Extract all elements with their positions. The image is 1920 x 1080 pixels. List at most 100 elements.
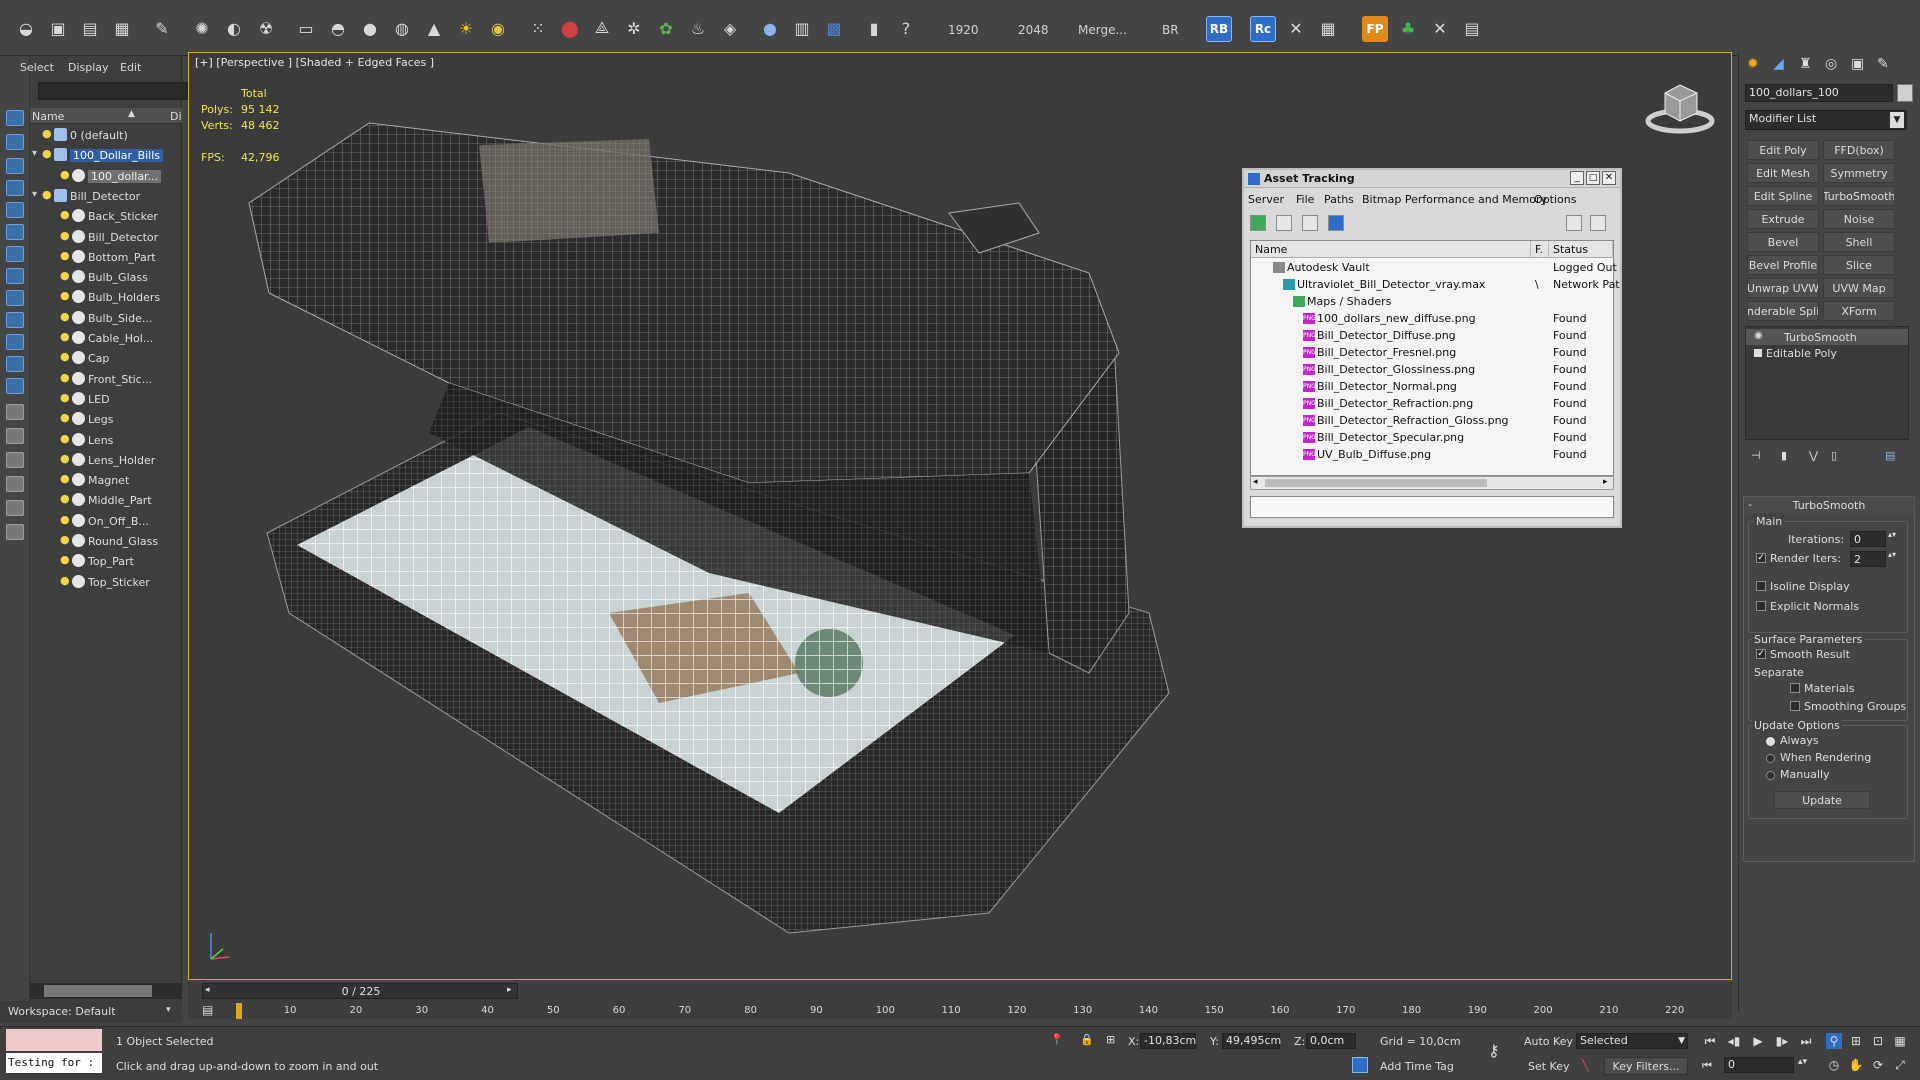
display-groups-icon[interactable] — [6, 268, 24, 284]
fp-button[interactable]: FP — [1362, 16, 1388, 42]
asset-menu-paths[interactable]: Paths — [1324, 193, 1354, 206]
asset-col-f[interactable]: F. — [1531, 241, 1549, 258]
lightbulb-icon[interactable]: ● — [42, 188, 52, 201]
globe-icon[interactable]: ● — [758, 16, 782, 40]
list-view-icon[interactable] — [1276, 215, 1292, 231]
help-icon[interactable] — [1566, 215, 1582, 231]
explorer-row[interactable]: ▾ ● 100_Dollar_Bills — [30, 146, 182, 166]
scrollbar-thumb[interactable] — [1265, 479, 1487, 487]
render-iters-checkbox[interactable]: ✓ — [1756, 553, 1766, 563]
explorer-menu-select[interactable]: Select — [20, 61, 54, 74]
mesh-tool-icon[interactable]: ⬤ — [558, 16, 582, 40]
cone-icon[interactable]: ▲ — [422, 16, 446, 40]
rc-button[interactable]: Rc — [1250, 16, 1276, 42]
explorer-row[interactable]: ● Cable_Hol... — [30, 329, 182, 349]
asset-menu-server[interactable]: Server — [1248, 193, 1284, 206]
maxscript-listener-pink[interactable] — [6, 1029, 102, 1051]
column-display-header[interactable]: Di — [170, 110, 182, 123]
lightbulb-icon[interactable]: ● — [60, 391, 70, 404]
lightbulb-icon[interactable]: ● — [42, 128, 52, 140]
key-filters-button[interactable]: Key Filters... — [1604, 1057, 1688, 1075]
zoom-icon[interactable]: ⚲ — [1826, 1033, 1842, 1049]
workspace-selector[interactable]: Workspace: Default ▾ — [0, 1001, 182, 1023]
asset-horizontal-scrollbar[interactable]: ◂ ▸ — [1250, 476, 1614, 490]
lightbulb-icon[interactable]: ● — [60, 331, 70, 343]
spinner-arrows-icon[interactable]: ▴▾ — [1888, 550, 1896, 559]
modifier-button[interactable]: Bevel — [1747, 232, 1819, 252]
display-spacewarps-icon[interactable] — [6, 246, 24, 262]
maximize-icon[interactable]: □ — [1586, 171, 1600, 185]
display-invert-icon[interactable] — [6, 452, 24, 468]
modifier-button[interactable]: Unwrap UVW — [1747, 278, 1819, 298]
display-tab-icon[interactable]: ▣ — [1851, 56, 1864, 72]
modifier-button[interactable]: Symmetry — [1823, 163, 1895, 183]
pan-icon[interactable]: ✋ — [1848, 1057, 1864, 1073]
lightbulb-icon[interactable]: ● — [60, 290, 70, 302]
explorer-row[interactable]: ● Legs — [30, 410, 182, 430]
display-geometry-icon[interactable] — [6, 134, 24, 150]
modifier-button[interactable]: TurboSmooth — [1823, 186, 1895, 206]
sphere-icon[interactable]: ● — [358, 16, 382, 40]
cross-tools-icon[interactable]: ✕ — [1428, 16, 1452, 40]
rb-button[interactable]: RB — [1206, 16, 1232, 42]
time-marker[interactable] — [236, 1003, 242, 1019]
auto-key-button[interactable]: Auto Key — [1524, 1035, 1573, 1048]
current-frame-field[interactable]: 0 — [1724, 1057, 1794, 1073]
go-to-end-icon[interactable]: ⏭ — [1798, 1033, 1814, 1049]
time-track[interactable]: 10 20 30 40 50 60 70 80 90 100 110 120 130 140 150 160 1… — [218, 1005, 1698, 1019]
modifier-button[interactable]: Edit Poly — [1747, 140, 1819, 160]
plant-icon[interactable]: ✿ — [654, 16, 678, 40]
play-icon[interactable]: ▶ — [1750, 1033, 1766, 1049]
time-slider[interactable]: ◂ 0 / 225 ▸ — [202, 983, 518, 999]
explorer-row[interactable]: ● LED — [30, 390, 182, 410]
asset-col-name[interactable]: Name — [1251, 241, 1531, 258]
expand-arrow-icon[interactable]: ▾ — [32, 148, 37, 159]
merge-button[interactable]: Merge... — [1078, 23, 1127, 37]
asset-row[interactable]: Autodesk Vault Logged Out — [1251, 259, 1617, 276]
explorer-row[interactable]: ● Magnet — [30, 471, 182, 491]
display-lights-icon[interactable] — [6, 180, 24, 196]
time-tag-icon[interactable] — [1352, 1057, 1368, 1073]
stack-item-editable-poly[interactable]: Editable Poly — [1746, 345, 1908, 361]
lightbulb-icon[interactable]: ● — [60, 574, 70, 587]
expand-arrow-icon[interactable]: ▾ — [32, 189, 37, 200]
select-by-name-icon[interactable] — [6, 110, 24, 126]
asset-row[interactable]: PNG Bill_Detector_Specular.png Found — [1251, 429, 1613, 446]
modifier-button[interactable]: FFD(box) — [1823, 140, 1895, 160]
lock-icon[interactable]: 🔒 — [1080, 1033, 1094, 1046]
table-view-icon[interactable] — [1302, 215, 1318, 231]
rollout-header[interactable]: - TurboSmooth — [1744, 497, 1914, 513]
explorer-search-input[interactable] — [38, 82, 188, 100]
grid-view-icon[interactable] — [1328, 215, 1344, 231]
lightbulb-icon[interactable]: ● — [60, 270, 70, 282]
y-coordinate-field[interactable]: 49,495cm — [1222, 1033, 1281, 1049]
display-none-icon[interactable] — [6, 428, 24, 444]
spinner-arrows-icon[interactable]: ▴▾ — [1798, 1057, 1807, 1067]
zoom-extents-icon[interactable]: ⊡ — [1870, 1033, 1886, 1049]
make-unique-icon[interactable]: ⋁ — [1809, 449, 1818, 462]
sun-light-icon[interactable]: ☀ — [454, 16, 478, 40]
materials-checkbox[interactable] — [1790, 683, 1800, 693]
display-frozen-icon[interactable] — [6, 356, 24, 372]
asset-col-status[interactable]: Status — [1549, 241, 1613, 258]
vault-settings-icon[interactable] — [1590, 215, 1606, 231]
update-button[interactable]: Update — [1774, 791, 1870, 809]
asset-row[interactable]: PNG Bill_Detector_Fresnel.png Found — [1251, 344, 1613, 361]
viewcube[interactable] — [1645, 79, 1715, 135]
rendered-frame-window-icon[interactable]: ▦ — [110, 16, 134, 40]
time-config-icon[interactable]: ◷ — [1826, 1057, 1842, 1073]
helix-icon[interactable]: ◐ — [222, 16, 246, 40]
explorer-horizontal-scrollbar[interactable] — [30, 983, 182, 999]
explorer-row[interactable]: ● Lens_Holder — [30, 451, 182, 471]
modifier-button[interactable]: Edit Mesh — [1747, 163, 1819, 183]
lattice-icon[interactable]: ⟁ — [590, 16, 614, 40]
explorer-row[interactable]: ● Front_Stic... — [30, 370, 182, 390]
utilities-tab-icon[interactable]: ✎ — [1877, 56, 1889, 72]
hierarchy-tab-icon[interactable]: ♜ — [1799, 56, 1812, 72]
lightbulb-icon[interactable]: ● — [60, 371, 70, 384]
orbit-icon[interactable]: ⟳ — [1870, 1057, 1886, 1073]
tree-icon[interactable]: ♣ — [1396, 16, 1420, 40]
set-key-icon[interactable]: ╲ — [1582, 1059, 1589, 1072]
smoothing-groups-checkbox[interactable] — [1790, 701, 1800, 711]
asset-row[interactable]: PNG Bill_Detector_Normal.png Found — [1251, 378, 1613, 395]
